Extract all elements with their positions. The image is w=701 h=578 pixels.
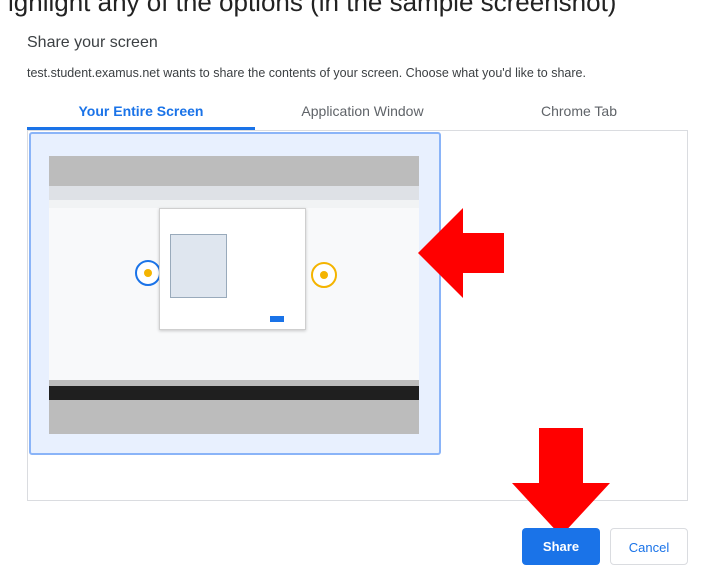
screen-thumbnail <box>49 156 419 434</box>
thumbnail-inner-share-button <box>270 316 284 322</box>
red-arrow-down-icon <box>512 428 610 536</box>
dialog-title: Share your screen <box>27 34 158 51</box>
tab-application-window[interactable]: Application Window <box>255 95 470 130</box>
share-button[interactable]: Share <box>522 528 600 565</box>
thumbnail-screen-icon <box>311 262 337 288</box>
cancel-button[interactable]: Cancel <box>610 528 688 565</box>
top-caption: ighlight any of the options (in the samp… <box>0 0 701 20</box>
top-caption-text: ighlight any of the options (in the samp… <box>8 0 617 17</box>
thumbnail-share-dialog <box>159 208 306 330</box>
dialog-subtitle: test.student.examus.net wants to share t… <box>27 66 586 80</box>
thumbnail-taskbar <box>49 386 419 400</box>
tab-entire-screen[interactable]: Your Entire Screen <box>27 95 255 130</box>
thumbnail-browser-tabs <box>49 186 419 200</box>
thumbnail-address-bar <box>49 200 419 208</box>
thumbnail-camera-icon <box>135 260 161 286</box>
entire-screen-source-card[interactable] <box>29 132 441 455</box>
red-arrow-left-icon <box>418 208 504 298</box>
source-tabs: Your Entire Screen Application Window Ch… <box>27 95 688 131</box>
thumbnail-inner-card <box>170 234 227 298</box>
tab-chrome-tab[interactable]: Chrome Tab <box>470 95 688 130</box>
